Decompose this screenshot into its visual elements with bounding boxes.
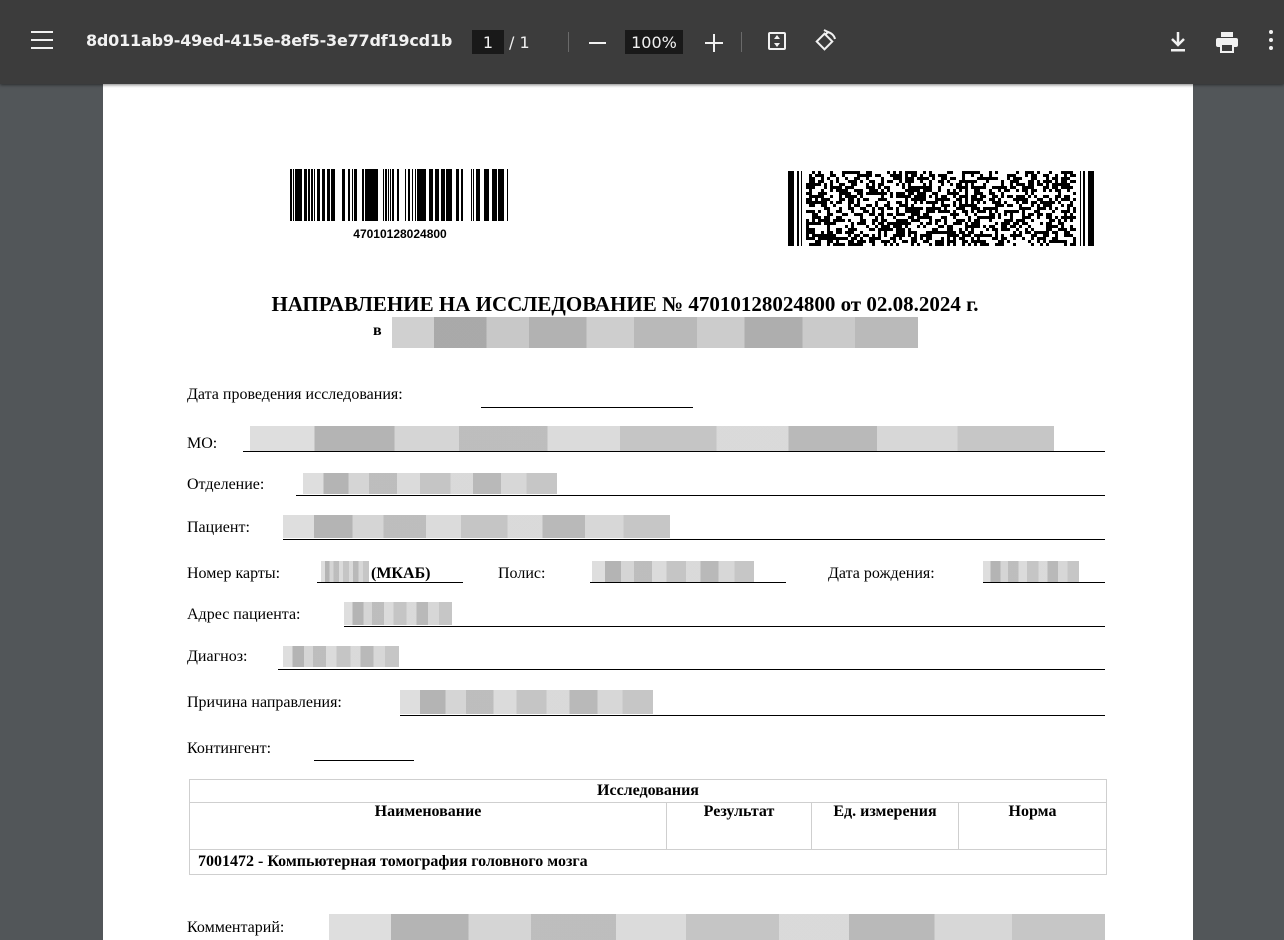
2d-barcode-image [788,171,1094,246]
pdf-page: 47010128024800 НАПРАВЛЕНИЕ НА ИССЛЕДОВАН… [103,84,1193,940]
redacted-diagnosis [283,646,399,667]
policy-label: Полис: [498,565,546,582]
column-header-name: Наименование [189,802,667,850]
reason-label: Причина направления: [187,694,342,711]
redacted-mo [250,426,1054,451]
toolbar-divider [741,32,742,52]
card-type: (МКАБ) [371,565,431,582]
heading-destination-label: в [373,322,382,339]
address-line [344,626,1105,627]
zoom-in-icon[interactable] [705,34,723,52]
patient-label: Пациент: [187,519,250,536]
table-caption: Исследования [189,779,1107,803]
page-total: / 1 [509,33,530,52]
rotate-icon[interactable] [811,28,839,56]
column-header-norm: Норма [958,802,1107,850]
study-date-label: Дата проведения исследования: [187,386,403,403]
toolbar-divider [568,32,569,52]
card-number-label: Номер карты: [187,565,281,582]
contingent-line [314,760,414,761]
zoom-out-icon[interactable] [589,42,606,44]
address-label: Адрес пациента: [187,606,301,623]
redacted-card-number [321,561,369,582]
redacted-reason [400,690,653,714]
column-header-result: Результат [666,802,812,850]
menu-icon[interactable] [31,31,53,49]
pdf-toolbar: 8d011ab9-49ed-415e-8ef5-3e77df19cd1b / 1 [0,0,1284,84]
mo-label: МО: [187,435,218,452]
redacted-birth-date [983,561,1079,582]
document-heading: НАПРАВЛЕНИЕ НА ИССЛЕДОВАНИЕ № 4701012802… [271,292,979,316]
policy-line [590,582,786,583]
card-number-line [317,582,463,583]
redacted-address [344,602,452,625]
download-icon[interactable] [1168,30,1188,54]
redacted-department [303,473,557,494]
study-name-cell: 7001472 - Компьютерная томография головн… [189,849,1107,875]
redacted-destination [392,317,918,348]
page-number-input[interactable] [472,30,504,54]
studies-table: Исследования Наименование Результат Ед. … [189,779,1107,875]
redacted-patient [283,515,670,538]
birth-date-label: Дата рождения: [828,565,935,582]
more-options-icon[interactable] [1268,30,1274,54]
department-line [296,495,1105,496]
redacted-policy [592,561,754,582]
department-label: Отделение: [187,476,265,493]
contingent-label: Контингент: [187,740,272,757]
barcode-image [290,169,508,221]
print-icon[interactable] [1215,31,1239,53]
reason-line [400,715,1105,716]
table-row: 7001472 - Компьютерная томография головн… [189,849,1107,875]
comment-label: Комментарий: [187,919,285,936]
birth-date-line [983,582,1105,583]
fit-to-page-icon[interactable] [768,32,786,50]
study-date-line [481,407,693,408]
column-header-unit: Ед. измерения [811,802,959,850]
patient-line [283,539,1105,540]
mo-line [243,451,1105,452]
diagnosis-line [278,669,1105,670]
redacted-comment [329,914,1105,940]
diagnosis-label: Диагноз: [187,648,248,665]
zoom-level-input[interactable] [625,30,683,54]
barcode-number: 47010128024800 [353,227,447,241]
document-title: 8d011ab9-49ed-415e-8ef5-3e77df19cd1b [86,31,453,50]
